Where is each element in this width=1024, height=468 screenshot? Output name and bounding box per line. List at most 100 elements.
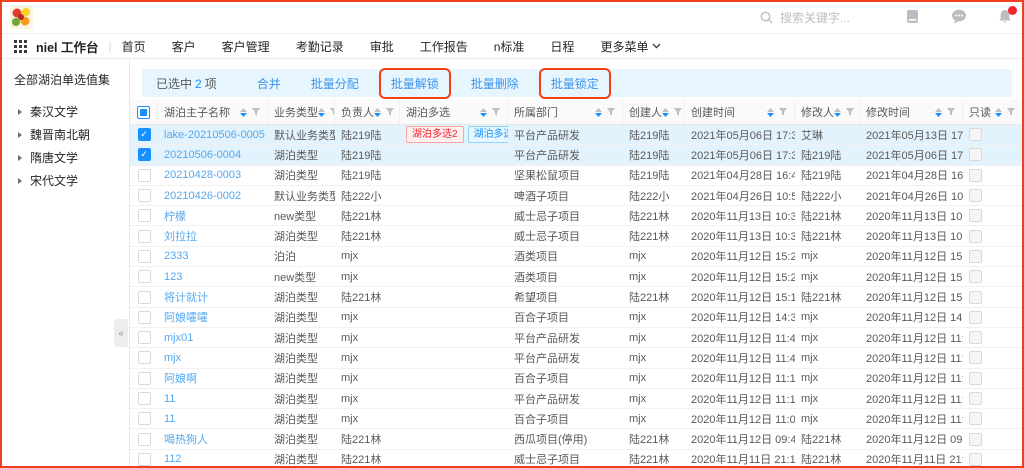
table-row[interactable]: 20210426-0002 默认业务类型 陆222小 啤酒子项目 陆222小 2… — [130, 186, 1022, 206]
filter-icon[interactable] — [606, 107, 616, 117]
lake-name-link[interactable]: 20210426-0002 — [164, 190, 241, 202]
table-row[interactable]: ✓ lake-20210506-0005 默认业务类型 陆219陆 湖泊多选2湖… — [130, 125, 1022, 145]
table-row[interactable]: 123 new类型 mjx 酒类项目 mjx 2020年11月12日 15:25… — [130, 267, 1022, 287]
row-checkbox[interactable] — [138, 433, 151, 446]
lake-name-link[interactable]: 喝热狗人 — [164, 434, 208, 446]
toolbar-action-button-annotated[interactable]: 批量锁定 — [539, 68, 611, 99]
row-checkbox[interactable] — [138, 331, 151, 344]
lake-name-link[interactable]: 2333 — [164, 250, 188, 262]
sidebar-tree-item[interactable]: 宋代文学 — [14, 169, 119, 192]
caret-right-icon[interactable] — [18, 109, 22, 115]
table-row[interactable]: 112 湖泊类型 陆221林 威士忌子项目 陆221林 2020年11月11日 … — [130, 450, 1022, 468]
sidebar-tree-item[interactable]: 秦汉文学 — [14, 100, 119, 123]
row-checkbox[interactable] — [138, 392, 151, 405]
table-row[interactable]: 阿娘啊 湖泊类型 mjx 百合子项目 mjx 2020年11月12日 11:16… — [130, 369, 1022, 389]
lake-name-link[interactable]: 20210428-0003 — [164, 169, 241, 181]
filter-icon[interactable] — [673, 107, 683, 117]
sidebar-tree-item[interactable]: 魏晋南北朝 — [14, 123, 119, 146]
nav-item[interactable]: 首页 — [122, 38, 146, 55]
table-row[interactable]: 11 湖泊类型 mjx 平台产品研发 mjx 2020年11月12日 11:11… — [130, 389, 1022, 409]
sidebar-tree-item[interactable]: 隋唐文学 — [14, 146, 119, 169]
readonly-checkbox[interactable] — [969, 148, 982, 161]
table-row[interactable]: ✓ 20210506-0004 湖泊类型 陆219陆 平台产品研发 陆219陆 … — [130, 145, 1022, 165]
filter-icon[interactable] — [251, 107, 261, 117]
more-menu[interactable]: 更多菜单 — [600, 38, 661, 55]
sort-icon[interactable] — [995, 108, 1002, 117]
row-checkbox[interactable] — [138, 169, 151, 182]
sort-icon[interactable] — [595, 108, 602, 117]
sort-icon[interactable] — [374, 108, 381, 117]
readonly-checkbox[interactable] — [969, 372, 982, 385]
row-checkbox[interactable] — [138, 250, 151, 263]
readonly-checkbox[interactable] — [969, 453, 982, 466]
table-row[interactable]: 喝热狗人 湖泊类型 陆221林 西瓜项目(停用) 陆221林 2020年11月1… — [130, 429, 1022, 449]
column-header[interactable]: 创建人 — [623, 100, 685, 124]
readonly-checkbox[interactable] — [969, 128, 982, 141]
sort-icon[interactable] — [834, 108, 841, 117]
lake-name-link[interactable]: mjx01 — [164, 332, 193, 344]
readonly-checkbox[interactable] — [969, 412, 982, 425]
toolbar-action-button-annotated[interactable]: 批量解锁 — [379, 68, 451, 99]
filter-icon[interactable] — [491, 107, 501, 117]
nav-item[interactable]: n标准 — [494, 38, 525, 55]
lake-name-link[interactable]: 将计就计 — [164, 292, 208, 304]
table-row[interactable]: 20210428-0003 湖泊类型 陆219陆 坚果松鼠项目 陆219陆 20… — [130, 166, 1022, 186]
row-checkbox[interactable] — [138, 351, 151, 364]
toolbar-action-button[interactable]: 合并 — [257, 75, 281, 92]
sort-icon[interactable] — [318, 108, 325, 117]
sort-icon[interactable] — [935, 108, 942, 117]
lake-name-link[interactable]: 阿娘嚯嚯 — [164, 312, 208, 324]
column-header[interactable]: 创建时间 — [685, 100, 795, 124]
column-header[interactable]: 所属部门 — [508, 100, 623, 124]
nav-item[interactable]: 客户 — [172, 38, 196, 55]
nav-item[interactable]: 审批 — [370, 38, 394, 55]
row-checkbox[interactable]: ✓ — [138, 148, 151, 161]
lake-name-link[interactable]: 11 — [164, 413, 175, 425]
caret-right-icon[interactable] — [18, 178, 22, 184]
toolbar-action-button[interactable]: 批量删除 — [471, 75, 519, 92]
chat-icon[interactable] — [951, 9, 967, 24]
table-row[interactable]: 阿娘嚯嚯 湖泊类型 mjx 百合子项目 mjx 2020年11月12日 14:3… — [130, 308, 1022, 328]
column-header[interactable]: 修改人 — [795, 100, 860, 124]
nav-item[interactable]: 考勤记录 — [296, 38, 344, 55]
row-checkbox[interactable] — [138, 412, 151, 425]
lake-name-link[interactable]: mjx — [164, 352, 181, 364]
toolbar-action-button[interactable]: 批量分配 — [311, 75, 359, 92]
caret-right-icon[interactable] — [18, 132, 22, 138]
nav-item[interactable]: 日程 — [550, 38, 574, 55]
sort-icon[interactable] — [662, 108, 669, 117]
lake-name-link[interactable]: 刘拉拉 — [164, 231, 197, 243]
table-row[interactable]: 2333 泊泊 mjx 酒类项目 mjx 2020年11月12日 15:25 m… — [130, 247, 1022, 267]
column-header[interactable]: 湖泊多选 — [400, 100, 508, 124]
readonly-checkbox[interactable] — [969, 250, 982, 263]
table-row[interactable]: 11 湖泊类型 mjx 百合子项目 mjx 2020年11月12日 11:04 … — [130, 409, 1022, 429]
global-search[interactable]: 搜索关键字... — [760, 9, 850, 26]
readonly-checkbox[interactable] — [969, 392, 982, 405]
row-checkbox[interactable] — [138, 270, 151, 283]
lake-name-link[interactable]: 20210506-0004 — [164, 149, 241, 161]
row-checkbox[interactable] — [138, 189, 151, 202]
filter-icon[interactable] — [845, 107, 855, 117]
table-row[interactable]: mjx 湖泊类型 mjx 平台产品研发 mjx 2020年11月12日 11:4… — [130, 348, 1022, 368]
readonly-checkbox[interactable] — [969, 351, 982, 364]
bell-icon[interactable] — [998, 9, 1012, 24]
column-header[interactable]: 业务类型 — [268, 100, 335, 124]
column-header[interactable]: 只读 — [963, 100, 1022, 124]
sort-icon[interactable] — [240, 108, 247, 117]
readonly-checkbox[interactable] — [969, 209, 982, 222]
row-checkbox[interactable] — [138, 291, 151, 304]
row-checkbox[interactable] — [138, 311, 151, 324]
workspace-title[interactable]: niel 工作台 — [36, 37, 99, 56]
table-row[interactable]: 柠檬 new类型 陆221林 威士忌子项目 陆221林 2020年11月13日 … — [130, 206, 1022, 226]
select-all-checkbox[interactable] — [137, 106, 150, 119]
filter-icon[interactable] — [1006, 107, 1016, 117]
lake-name-link[interactable]: 123 — [164, 271, 182, 283]
readonly-checkbox[interactable] — [969, 270, 982, 283]
readonly-checkbox[interactable] — [969, 230, 982, 243]
notebook-icon[interactable] — [905, 9, 920, 24]
readonly-checkbox[interactable] — [969, 189, 982, 202]
readonly-checkbox[interactable] — [969, 311, 982, 324]
table-row[interactable]: mjx01 湖泊类型 mjx 平台产品研发 mjx 2020年11月12日 11… — [130, 328, 1022, 348]
lake-name-link[interactable]: 112 — [164, 453, 182, 465]
filter-icon[interactable] — [946, 107, 956, 117]
